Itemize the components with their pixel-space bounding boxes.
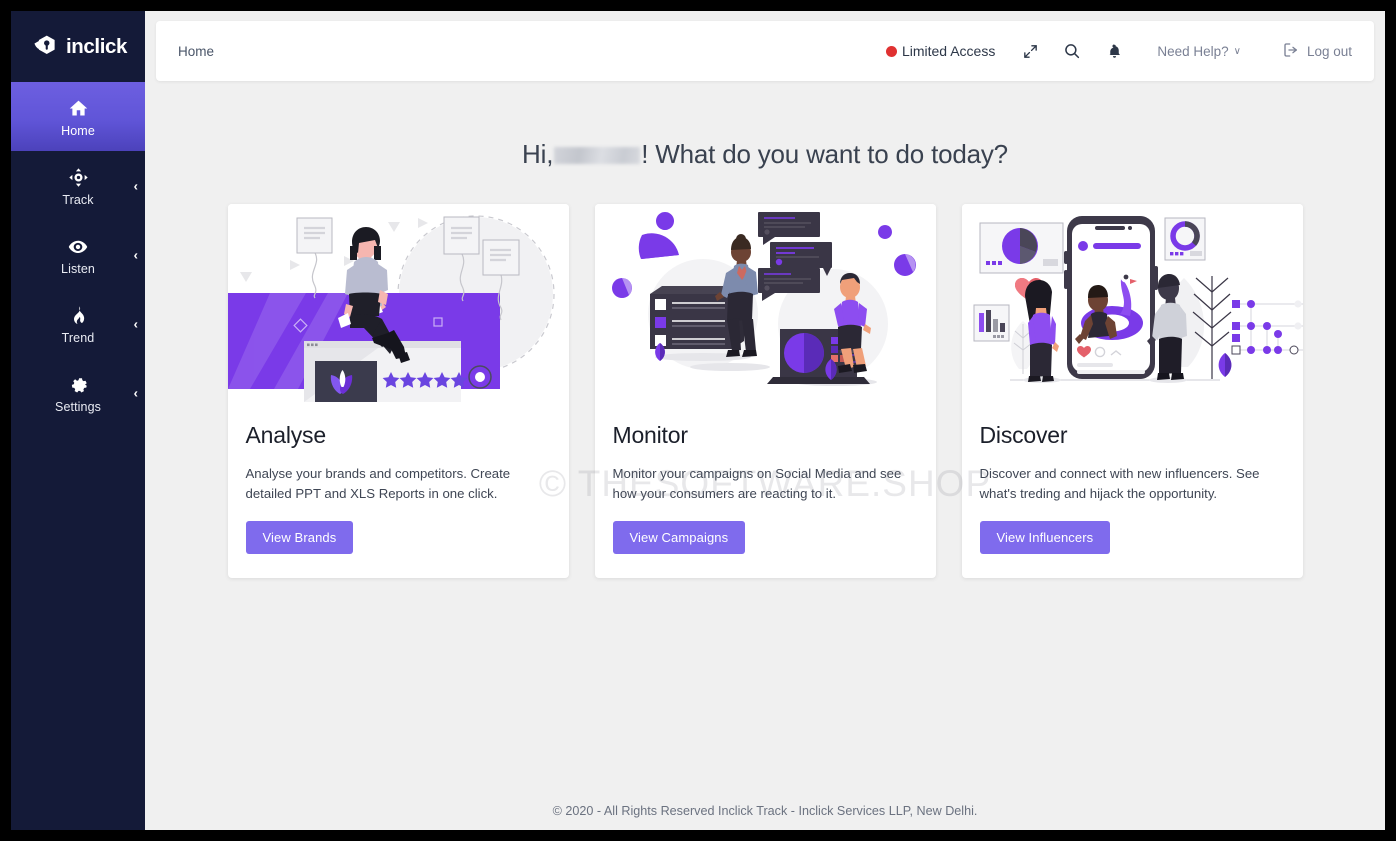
sidebar-item-label: Home (61, 124, 95, 138)
people-around-phone-social-feed-illustration (962, 204, 1303, 402)
flame-icon (67, 305, 89, 327)
card-description: Discover and connect with new influencer… (980, 464, 1285, 504)
greeting-suffix: ! What do you want to do today? (641, 139, 1008, 169)
need-help-dropdown[interactable]: Need Help? ∨ (1135, 31, 1253, 71)
need-help-label: Need Help? (1157, 44, 1228, 59)
status-dot-icon (886, 46, 897, 57)
view-influencers-button[interactable]: View Influencers (980, 521, 1111, 554)
status-label: Limited Access (902, 43, 995, 59)
feature-card-analyse: Analyse Analyse your brands and competit… (228, 204, 569, 578)
woman-sitting-on-browser-reviews-illustration (228, 204, 569, 402)
sidebar-item-label: Settings (55, 400, 101, 414)
hexagon-magnifier-icon (31, 33, 59, 61)
target-move-icon (67, 167, 89, 189)
chevron-left-icon[interactable]: ‹ (134, 386, 138, 399)
sidebar: inclick Home Track ‹ (11, 11, 145, 830)
sidebar-item-listen[interactable]: Listen ‹ (11, 220, 145, 289)
eye-icon (67, 236, 89, 258)
feature-card-discover: Discover Discover and connect with new i… (962, 204, 1303, 578)
card-description: Analyse your brands and competitors. Cre… (246, 464, 551, 504)
chevron-left-icon[interactable]: ‹ (134, 317, 138, 330)
home-icon (67, 98, 89, 120)
card-title: Monitor (613, 422, 918, 449)
search-button[interactable] (1051, 31, 1093, 71)
greeting-prefix: Hi, (522, 139, 553, 169)
card-body: Discover Discover and connect with new i… (962, 402, 1303, 578)
feature-card-monitor: Monitor Monitor your campaigns on Social… (595, 204, 936, 578)
brand-name: inclick (66, 35, 127, 59)
notifications-button[interactable] (1093, 31, 1135, 71)
chevron-left-icon[interactable]: ‹ (134, 179, 138, 192)
sidebar-item-trend[interactable]: Trend ‹ (11, 289, 145, 358)
view-campaigns-button[interactable]: View Campaigns (613, 521, 746, 554)
sidebar-item-label: Listen (61, 262, 95, 276)
breadcrumb: Home (178, 44, 214, 59)
sidebar-item-label: Trend (62, 331, 95, 345)
brand-logo[interactable]: inclick (11, 11, 145, 82)
view-brands-button[interactable]: View Brands (246, 521, 354, 554)
status-badge-limited-access: Limited Access (870, 31, 1009, 71)
top-bar: Home Limited Access (156, 21, 1374, 81)
chevron-left-icon[interactable]: ‹ (134, 248, 138, 261)
sidebar-item-home[interactable]: Home (11, 82, 145, 151)
chevron-down-icon: ∨ (1234, 46, 1241, 57)
bell-icon (1106, 43, 1123, 60)
gear-icon (67, 374, 89, 396)
content-area: Hi, ! What do you want to do today? (145, 81, 1385, 830)
expand-arrows-icon (1022, 43, 1039, 60)
sidebar-item-settings[interactable]: Settings ‹ (11, 358, 145, 427)
main-area: Home Limited Access (145, 11, 1385, 830)
search-icon (1063, 42, 1081, 60)
app-window: inclick Home Track ‹ (11, 11, 1385, 830)
card-description: Monitor your campaigns on Social Media a… (613, 464, 918, 504)
logout-button[interactable]: Log out (1253, 31, 1356, 71)
sidebar-item-track[interactable]: Track ‹ (11, 151, 145, 220)
page-title: Hi, ! What do you want to do today? (145, 139, 1385, 170)
two-people-with-chat-bubbles-and-charts-illustration (595, 204, 936, 402)
sidebar-item-label: Track (62, 193, 93, 207)
card-title: Analyse (246, 422, 551, 449)
footer-text: © 2020 - All Rights Reserved Inclick Tra… (145, 804, 1385, 818)
card-body: Monitor Monitor your campaigns on Social… (595, 402, 936, 578)
redacted-user-name (554, 147, 640, 164)
feature-card-list: Analyse Analyse your brands and competit… (145, 204, 1385, 578)
card-title: Discover (980, 422, 1285, 449)
fullscreen-button[interactable] (1009, 31, 1051, 71)
topbar-actions: Limited Access (870, 31, 1356, 71)
logout-icon (1283, 42, 1299, 61)
card-body: Analyse Analyse your brands and competit… (228, 402, 569, 578)
logout-label: Log out (1307, 44, 1352, 59)
